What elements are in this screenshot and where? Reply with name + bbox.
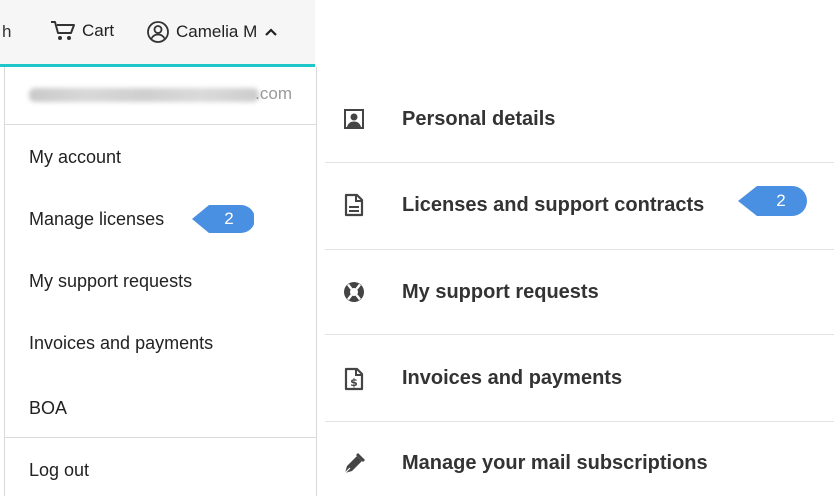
panel-item-my-support-requests[interactable]: My support requests xyxy=(325,250,834,335)
panel-item-label: Manage your mail subscriptions xyxy=(402,452,708,474)
document-icon xyxy=(342,193,366,217)
user-menu-toggle[interactable]: Camelia M xyxy=(146,20,279,44)
panel-item-label: Personal details xyxy=(402,108,556,130)
cart-icon xyxy=(50,20,76,42)
menu-item-manage-licenses[interactable]: Manage licenses xyxy=(29,209,164,230)
step-callout-right: 2 xyxy=(738,185,808,217)
email-domain: .com xyxy=(255,84,292,103)
panel-item-label: Licenses and support contracts xyxy=(402,194,705,216)
cart-button[interactable]: Cart xyxy=(50,20,114,42)
lifebuoy-icon xyxy=(342,280,366,304)
invoice-dollar-icon: $ xyxy=(342,367,366,391)
blurred-email-text xyxy=(29,88,259,102)
panel-item-invoices-and-payments[interactable]: $ Invoices and payments xyxy=(325,335,834,422)
panel-item-label: Invoices and payments xyxy=(402,367,623,389)
truncated-nav-text: h xyxy=(2,22,12,41)
user-circle-icon xyxy=(146,20,170,44)
callout-number: 2 xyxy=(224,209,234,228)
panel-item-personal-details[interactable]: Personal details xyxy=(325,78,834,163)
step-callout-left: 2 xyxy=(192,204,254,234)
pen-icon xyxy=(342,452,366,476)
user-dropdown-menu: .com My account Manage licenses My suppo… xyxy=(4,67,317,496)
callout-number: 2 xyxy=(776,191,786,210)
menu-item-invoices-and-payments[interactable]: Invoices and payments xyxy=(29,333,213,354)
person-portrait-icon xyxy=(342,107,366,131)
panel-item-manage-mail-subscriptions[interactable]: Manage your mail subscriptions xyxy=(325,422,834,496)
menu-divider xyxy=(5,437,316,438)
user-email: .com xyxy=(5,67,316,125)
panel-item-label: My support requests xyxy=(402,281,599,303)
top-header: h Cart Camelia M xyxy=(0,0,315,67)
menu-item-my-account[interactable]: My account xyxy=(29,147,121,168)
cart-label: Cart xyxy=(82,21,115,40)
chevron-up-icon xyxy=(263,24,279,40)
user-name: Camelia M xyxy=(176,22,258,41)
svg-text:$: $ xyxy=(350,376,358,389)
menu-item-log-out[interactable]: Log out xyxy=(29,460,89,481)
menu-item-my-support-requests[interactable]: My support requests xyxy=(29,271,192,292)
menu-item-boa[interactable]: BOA xyxy=(29,398,67,419)
